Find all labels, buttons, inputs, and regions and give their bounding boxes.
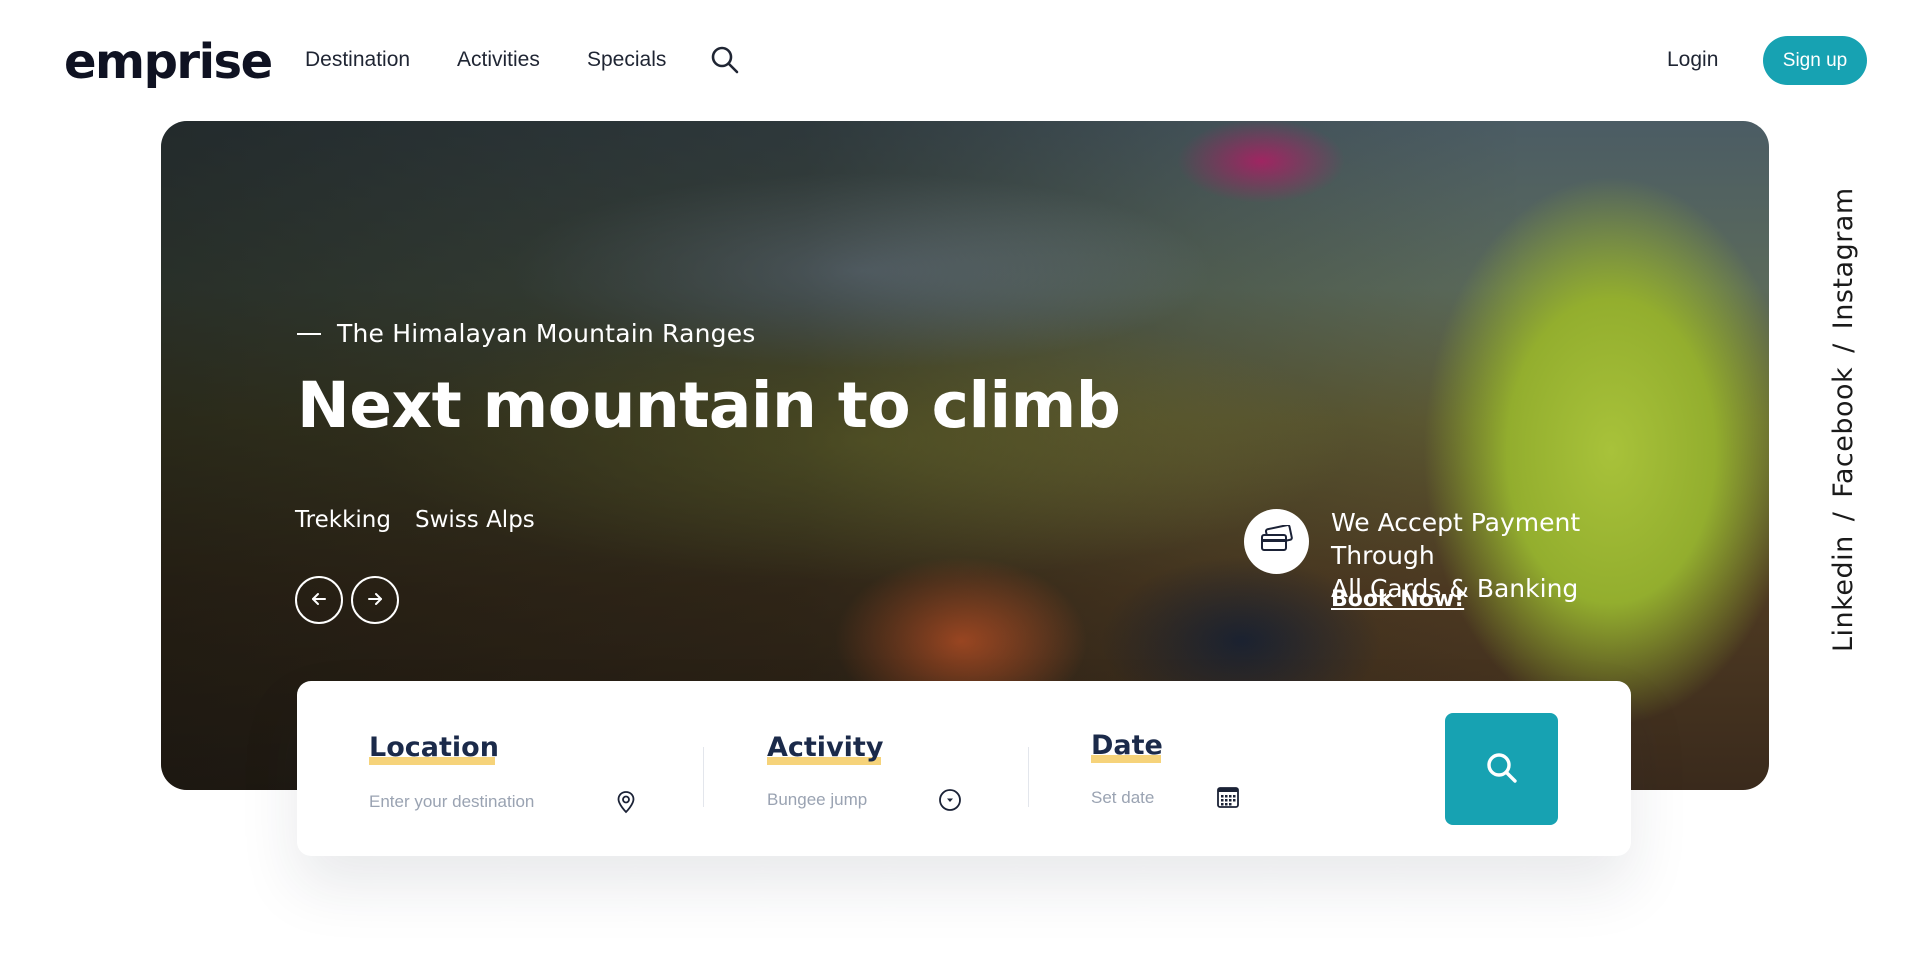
arrow-right-icon — [365, 589, 385, 612]
hero-eyebrow: The Himalayan Mountain Ranges — [337, 319, 756, 348]
social-instagram[interactable]: Instagram — [1828, 187, 1859, 329]
social-linkedin[interactable]: Linkedin — [1828, 535, 1859, 652]
field-divider — [1028, 747, 1029, 807]
field-divider — [703, 747, 704, 807]
payment-text-line1: We Accept Payment Through — [1331, 508, 1581, 570]
location-input[interactable] — [369, 789, 589, 815]
location-label: Location — [369, 732, 499, 763]
social-separator: / — [1828, 343, 1859, 353]
arrow-left-icon — [309, 589, 329, 612]
social-facebook[interactable]: Facebook — [1828, 367, 1859, 498]
social-separator: / — [1828, 511, 1859, 522]
activity-label: Activity — [767, 732, 884, 763]
search-icon[interactable] — [709, 44, 741, 76]
tag-trekking[interactable]: Trekking — [295, 507, 391, 533]
book-now-link[interactable]: Book Now! — [1331, 587, 1464, 612]
hero-title: Next mountain to climb — [297, 369, 1121, 442]
brand-logo[interactable]: emprise — [64, 34, 273, 90]
nav-activities[interactable]: Activities — [457, 48, 540, 72]
search-icon — [1483, 749, 1521, 790]
eyebrow-dash — [297, 333, 321, 335]
search-submit-button[interactable] — [1445, 713, 1558, 825]
payment-badge — [1244, 509, 1309, 574]
nav-specials[interactable]: Specials — [587, 48, 666, 72]
social-links: Linkedin / Facebook / Instagram — [1828, 187, 1859, 652]
nav-destination[interactable]: Destination — [305, 48, 410, 72]
login-link[interactable]: Login — [1667, 48, 1718, 72]
search-card: Location Activity Date — [297, 681, 1631, 856]
map-pin-icon[interactable] — [614, 790, 638, 814]
prev-slide-button[interactable] — [295, 576, 343, 624]
credit-card-icon — [1260, 524, 1294, 558]
date-label: Date — [1091, 730, 1163, 761]
activity-select[interactable] — [767, 787, 937, 813]
signup-button[interactable]: Sign up — [1763, 36, 1867, 85]
calendar-icon[interactable] — [1216, 785, 1240, 809]
tag-swiss-alps[interactable]: Swiss Alps — [415, 507, 535, 533]
next-slide-button[interactable] — [351, 576, 399, 624]
dropdown-circle-icon[interactable] — [938, 788, 962, 812]
